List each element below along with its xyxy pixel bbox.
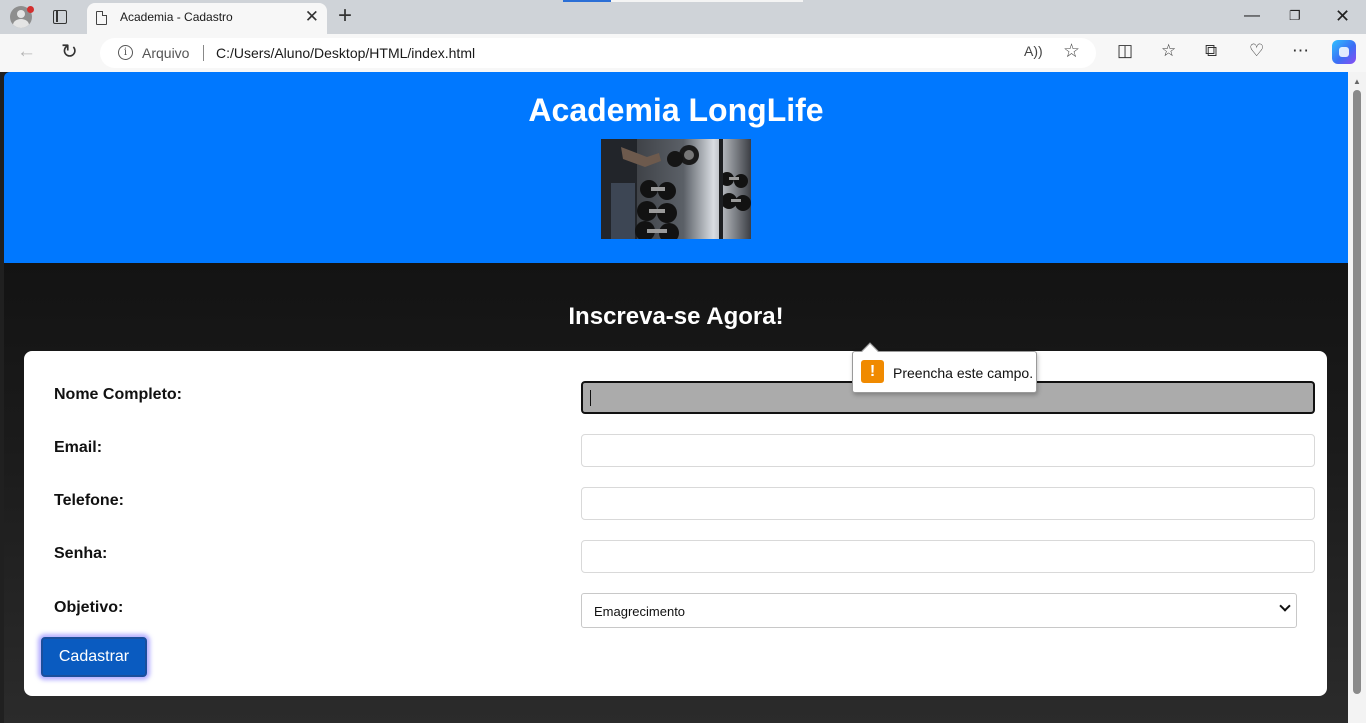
browser-toolbar: ← ↻ i Arquivo C:/Users/Aluno/Desktop/HTM… <box>0 34 1366 72</box>
password-input[interactable] <box>581 540 1315 573</box>
full-name-label: Nome Completo: <box>54 386 182 403</box>
email-label: Email: <box>54 439 103 456</box>
vertical-tabs-icon[interactable] <box>53 10 67 24</box>
signup-section: Inscreva-se Agora! Nome Completo: Email:… <box>4 263 1348 723</box>
split-screen-icon[interactable]: ◫ <box>1117 41 1133 61</box>
page-document-icon <box>96 11 107 25</box>
tab-close-icon[interactable]: ✕ <box>305 7 319 27</box>
chevron-down-icon <box>1279 600 1291 612</box>
tab-strip-accent <box>563 0 611 2</box>
site-title: Academia LongLife <box>528 92 824 128</box>
validation-message: Preencha este campo. <box>893 365 1034 381</box>
collections-icon[interactable]: ⧉ <box>1205 41 1217 61</box>
tab-strip: Academia - Cadastro ✕ + — ❐ ✕ <box>0 0 1366 34</box>
address-bar[interactable]: i Arquivo C:/Users/Aluno/Desktop/HTML/in… <box>100 38 1096 68</box>
tab-academia-cadastro[interactable]: Academia - Cadastro ✕ <box>87 3 327 34</box>
window-minimize-button[interactable]: — <box>1244 5 1260 27</box>
window-restore-button[interactable]: ❐ <box>1289 5 1301 27</box>
read-aloud-icon[interactable]: A)) <box>1024 43 1043 59</box>
address-url[interactable]: C:/Users/Aluno/Desktop/HTML/index.html <box>216 45 475 61</box>
avatar-body <box>13 19 29 28</box>
page-scrollbar[interactable]: ▲ <box>1348 72 1366 723</box>
site-info-icon[interactable]: i <box>118 45 133 60</box>
scroll-up-arrow-icon[interactable]: ▲ <box>1353 77 1361 86</box>
new-tab-button[interactable]: + <box>338 3 352 29</box>
address-separator <box>203 45 204 61</box>
email-input[interactable] <box>581 434 1315 467</box>
profile-notification-dot <box>27 6 34 13</box>
copilot-icon[interactable] <box>1332 40 1356 64</box>
text-caret <box>590 390 591 406</box>
phone-label: Telefone: <box>54 492 124 509</box>
scrollbar-thumb[interactable] <box>1353 90 1361 694</box>
site-header: Academia LongLife <box>4 72 1348 263</box>
password-label: Senha: <box>54 545 108 562</box>
favorites-icon[interactable]: ☆ <box>1161 41 1176 61</box>
register-button[interactable]: Cadastrar <box>41 637 147 677</box>
tab-strip-highlight <box>611 0 803 2</box>
objective-selected-value: Emagrecimento <box>594 604 686 619</box>
window-close-button[interactable]: ✕ <box>1335 5 1350 27</box>
validation-tooltip: ! Preencha este campo. <box>852 351 1037 393</box>
more-icon[interactable]: ⋯ <box>1292 41 1309 61</box>
page-viewport: Academia LongLife Inscreva-se Agora! Nom… <box>4 72 1348 723</box>
favorite-star-icon[interactable]: ☆ <box>1063 40 1080 63</box>
phone-input[interactable] <box>581 487 1315 520</box>
reload-button[interactable]: ↻ <box>61 39 78 64</box>
objective-label: Objetivo: <box>54 599 124 616</box>
back-button[interactable]: ← <box>17 41 36 63</box>
gym-dumbbells-photo <box>601 139 751 239</box>
objective-select[interactable]: Emagrecimento <box>581 593 1297 628</box>
signup-form: Nome Completo: Email: Telefone: Senha: O… <box>24 351 1327 696</box>
signup-title: Inscreva-se Agora! <box>568 303 784 330</box>
address-scheme-label: Arquivo <box>142 45 190 61</box>
tab-title: Academia - Cadastro <box>120 10 233 24</box>
browser-essentials-icon[interactable]: ♡ <box>1249 41 1264 61</box>
warning-icon: ! <box>861 360 884 383</box>
avatar-head <box>17 10 25 18</box>
